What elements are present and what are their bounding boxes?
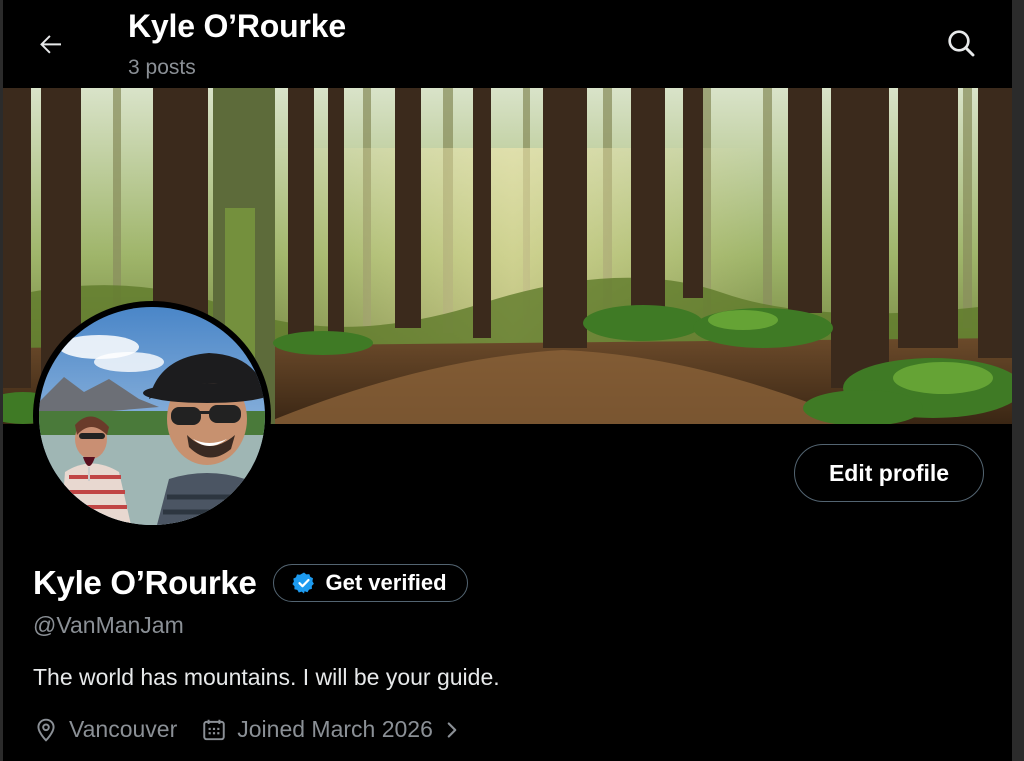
arrow-left-icon (40, 35, 61, 54)
display-name: Kyle O’Rourke (33, 564, 257, 601)
map-pin-icon (37, 718, 55, 742)
search-icon (948, 30, 975, 57)
location-label: Vancouver (69, 716, 178, 742)
get-verified-button[interactable]: Get verified (272, 564, 468, 602)
location-item: Vancouver (33, 716, 177, 743)
verified-badge-icon (291, 572, 314, 594)
bio-text: The world has mountains. I will be your … (33, 664, 500, 690)
back-button[interactable] (31, 24, 71, 64)
top-bar: Kyle O’Rourke 3 posts (3, 0, 1012, 88)
get-verified-label: Get verified (325, 570, 447, 595)
post-count: 3 posts (128, 56, 196, 79)
profile-page: Kyle O’Rourke 3 posts Edit profile Kyle … (0, 0, 1024, 761)
calendar-icon (203, 719, 225, 740)
profile-meta: Vancouver Joined March 2026 (33, 716, 485, 743)
joined-label: Joined March 2026 (237, 716, 433, 742)
chevron-right-icon (447, 721, 457, 738)
header-title: Kyle O’Rourke (128, 8, 346, 44)
edit-profile-button[interactable]: Edit profile (794, 444, 984, 502)
name-row: Kyle O’Rourke Get verified (33, 564, 468, 602)
user-handle: @VanManJam (33, 612, 184, 638)
profile-avatar[interactable] (33, 301, 271, 531)
search-button[interactable] (940, 22, 982, 64)
joined-item[interactable]: Joined March 2026 (201, 716, 461, 743)
